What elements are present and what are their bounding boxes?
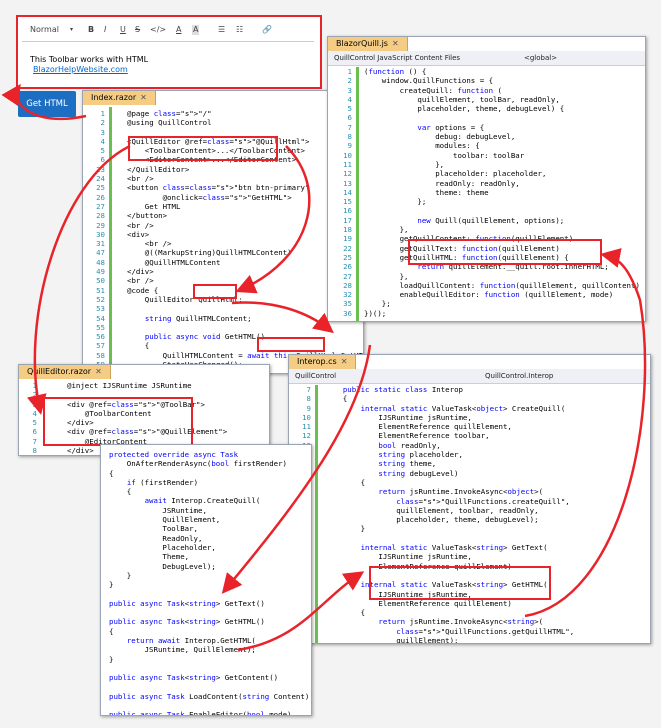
arrow-index-to-quilleditor [26, 144, 131, 415]
arrow-interop-to-js [524, 248, 647, 618]
arrow-quillhtml-to-gethtml [231, 301, 334, 334]
arrow-button-to-toolbar [1, 83, 87, 121]
arrow-gethtml-to-task [221, 344, 372, 594]
arrow-editor-to-quillhtml [235, 145, 311, 294]
arrow-task-to-interop [237, 571, 365, 652]
flow-arrows [1, 83, 647, 652]
